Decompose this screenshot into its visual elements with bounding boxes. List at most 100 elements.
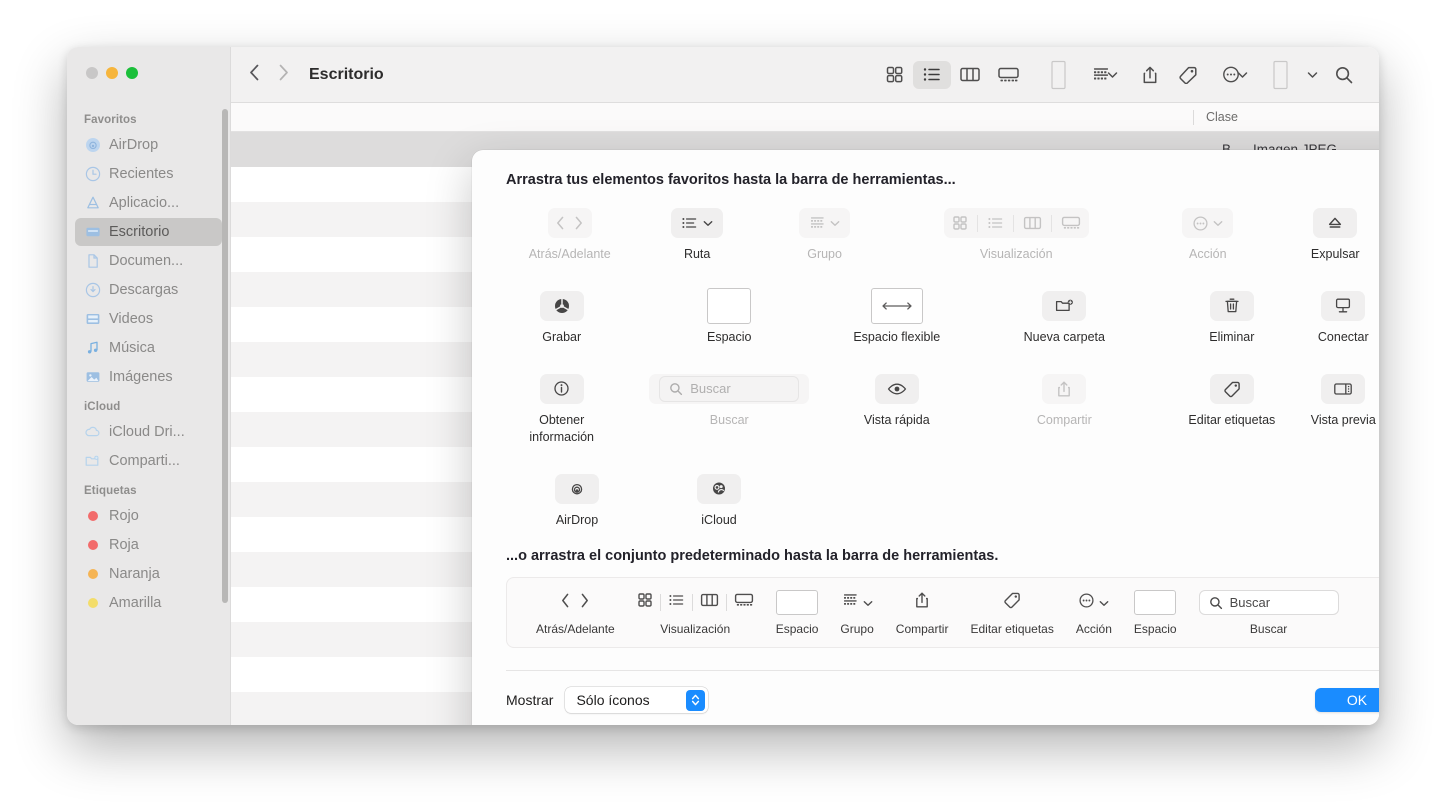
ok-button[interactable]: OK <box>1315 688 1379 713</box>
customize-toolbar-sheet: Arrastra tus elementos favoritos hasta l… <box>472 150 1379 725</box>
palette-item-eliminar[interactable]: Eliminar <box>1176 285 1287 346</box>
group-button[interactable] <box>1089 61 1119 89</box>
palette-item-vista-previa[interactable]: Vista previa <box>1288 368 1379 446</box>
columns-icon <box>700 592 719 613</box>
sidebar-item-label: Imágenes <box>109 369 173 385</box>
palette-item-label: Visualización <box>979 247 1053 261</box>
sidebar-item-descargas[interactable]: Descargas <box>75 276 222 304</box>
default-item-label: Buscar <box>1249 621 1288 636</box>
palette-item-label: Eliminar <box>1209 329 1255 344</box>
palette-item-label: Expulsar <box>1310 247 1360 261</box>
palette-item-obtener-informacion[interactable]: Obtener información <box>506 368 617 446</box>
default-toolbar-set[interactable]: Atrás/Adelante Visualización Espacio Gru… <box>506 577 1379 649</box>
page-title: Escritorio <box>309 65 384 83</box>
palette-item-vista-rapida[interactable]: Vista rápida <box>841 368 952 446</box>
sidebar-item-tag-amarilla[interactable]: Amarilla <box>75 589 222 617</box>
palette-item-expulsar[interactable]: Expulsar <box>1272 202 1379 263</box>
default-item-grupo[interactable]: Grupo <box>829 590 884 636</box>
document-icon <box>84 253 101 270</box>
share-button[interactable] <box>1131 61 1169 89</box>
forward-button[interactable] <box>278 64 289 86</box>
tags-button[interactable] <box>1169 61 1207 89</box>
palette-row: Atrás/Adelante Ruta Grupo Visualización … <box>506 202 1379 263</box>
close-button[interactable] <box>86 67 98 79</box>
sidebar-item-tag-rojo[interactable]: Rojo <box>75 502 222 530</box>
sidebar-scrollbar[interactable] <box>222 109 228 603</box>
toolbar-space-item[interactable] <box>1039 60 1077 89</box>
list-view-button[interactable] <box>913 60 951 89</box>
palette-item-label: AirDrop <box>555 512 599 527</box>
show-mode-select[interactable]: Sólo íconos <box>565 687 709 714</box>
palette-item-nueva-carpeta[interactable]: Nueva carpeta <box>952 285 1176 346</box>
airdrop-icon <box>555 473 599 504</box>
gallery-view-button[interactable] <box>989 61 1027 89</box>
column-view-button[interactable] <box>951 61 989 89</box>
default-item-atras-adelante[interactable]: Atrás/Adelante <box>525 590 626 636</box>
palette-item-accion[interactable]: Acción <box>1144 202 1271 263</box>
default-item-visualizacion[interactable]: Visualización <box>626 590 765 636</box>
icon-view-button[interactable] <box>875 61 913 89</box>
list-icon <box>668 592 685 613</box>
action-button[interactable] <box>1219 61 1249 89</box>
sidebar-item-label: iCloud Dri... <box>109 424 185 440</box>
palette-item-grupo[interactable]: Grupo <box>761 202 888 263</box>
palette-item-buscar[interactable]: Buscar Buscar <box>617 368 841 446</box>
sidebar-item-documentos[interactable]: Documen... <box>75 247 222 275</box>
palette-item-editar-etiquetas[interactable]: Editar etiquetas <box>1176 368 1287 446</box>
window-controls[interactable] <box>86 67 138 79</box>
tag-icon <box>1209 373 1254 404</box>
chevron-down-icon <box>830 214 840 232</box>
sidebar-item-tag-naranja[interactable]: Naranja <box>75 560 222 588</box>
default-item-label: Visualización <box>660 621 731 636</box>
stepper-arrows-icon[interactable] <box>686 689 706 711</box>
palette-row: AirDrop iCloud <box>506 468 1379 529</box>
icloud-share-icon <box>697 473 741 504</box>
sidebar-item-imagenes[interactable]: Imágenes <box>75 363 222 391</box>
palette-item-label: Acción <box>1189 247 1227 261</box>
sidebar-item-icloud-drive[interactable]: iCloud Dri... <box>75 418 222 446</box>
video-icon <box>84 311 101 328</box>
palette-item-icloud[interactable]: iCloud <box>648 468 790 529</box>
zoom-button[interactable] <box>126 67 138 79</box>
sidebar-item-airdrop[interactable]: AirDrop <box>75 131 222 159</box>
search-placeholder: Buscar <box>1229 595 1271 611</box>
sidebar-item-recientes[interactable]: Recientes <box>75 160 222 188</box>
sidebar-item-escritorio[interactable]: Escritorio <box>75 218 222 246</box>
default-item-accion[interactable]: Acción <box>1065 590 1123 636</box>
back-button[interactable] <box>249 64 260 86</box>
palette-item-airdrop[interactable]: AirDrop <box>506 468 648 529</box>
sidebar-item-compartido[interactable]: Comparti... <box>75 447 222 475</box>
default-item-espacio-2[interactable]: Espacio <box>1123 590 1188 636</box>
main-pane: Escritorio Clase Arrastra tus elementos … <box>231 47 1379 725</box>
sidebar-item-tag-roja[interactable]: Roja <box>75 531 222 559</box>
sidebar-item-label: Recientes <box>109 166 174 182</box>
sidebar-item-aplicaciones[interactable]: Aplicacio... <box>75 189 222 217</box>
default-item-espacio[interactable]: Espacio <box>765 590 830 636</box>
palette-item-label: Conectar <box>1317 329 1369 344</box>
chevron-down-icon <box>703 214 713 232</box>
default-item-editar-etiquetas[interactable]: Editar etiquetas <box>959 590 1064 636</box>
palette-item-ruta[interactable]: Ruta <box>633 202 760 263</box>
sidebar-item-videos[interactable]: Videos <box>75 305 222 333</box>
toolbar-space-item-2[interactable] <box>1261 60 1299 89</box>
default-item-buscar[interactable]: Buscar Buscar <box>1188 590 1350 636</box>
palette-item-atras-adelante[interactable]: Atrás/Adelante <box>506 202 633 263</box>
palette-item-espacio[interactable]: Espacio <box>617 285 841 346</box>
search-placeholder: Buscar <box>690 381 731 397</box>
palette-item-compartir[interactable]: Compartir <box>952 368 1176 446</box>
palette-item-label: iCloud <box>701 512 737 527</box>
minimize-button[interactable] <box>106 67 118 79</box>
show-label: Mostrar <box>506 692 554 709</box>
default-item-label: Atrás/Adelante <box>536 621 615 636</box>
palette-item-grabar[interactable]: Grabar <box>506 285 617 346</box>
palette-item-conectar[interactable]: Conectar <box>1288 285 1379 346</box>
share-icon <box>1042 373 1087 404</box>
default-item-compartir[interactable]: Compartir <box>885 590 960 636</box>
search-button[interactable] <box>1325 61 1363 89</box>
palette-item-espacio-flexible[interactable]: Espacio flexible <box>841 285 952 346</box>
palette-item-visualizacion[interactable]: Visualización <box>888 202 1144 263</box>
new-folder-icon <box>1042 290 1087 321</box>
overflow-chevron-button[interactable] <box>1299 61 1325 89</box>
sidebar-item-musica[interactable]: Música <box>75 334 222 362</box>
sidebar-item-label: Naranja <box>109 566 160 582</box>
